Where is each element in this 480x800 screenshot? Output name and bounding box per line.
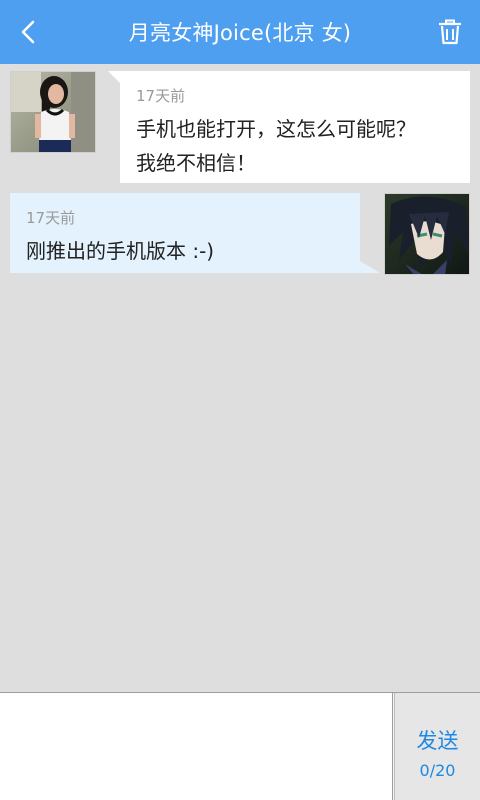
chat-area[interactable]: 17天前 手机也能打开，这怎么可能呢？ 我绝不相信！ 17天前 刚推出的手机版本… [0, 64, 480, 692]
send-button-label: 发送 [416, 728, 459, 753]
delete-chat-button[interactable] [432, 14, 468, 50]
message-composer: 发送 0/20 [0, 692, 480, 800]
send-button[interactable]: 发送 0/20 [394, 693, 480, 800]
char-counter: 0/20 [419, 760, 456, 780]
my-avatar[interactable] [384, 193, 470, 275]
message-text-line: 我绝不相信！ [136, 151, 256, 175]
bubble-tail [108, 71, 120, 83]
message-bubble-incoming[interactable]: 17天前 手机也能打开，这怎么可能呢？ 我绝不相信！ [108, 71, 470, 183]
app-header: 月亮女神Joice(北京 女) [0, 0, 480, 64]
contact-avatar[interactable] [10, 71, 96, 153]
message-input[interactable] [0, 693, 393, 800]
chat-title: 月亮女神Joice(北京 女) [128, 21, 352, 45]
message-bubble-outgoing[interactable]: 17天前 刚推出的手机版本 :-) [10, 193, 380, 273]
message-time: 17天前 [26, 209, 76, 227]
message-time: 17天前 [136, 87, 186, 105]
back-button[interactable] [10, 14, 46, 50]
message-text: 刚推出的手机版本 :-) [26, 239, 215, 263]
message-text-line: 手机也能打开，这怎么可能呢？ [136, 117, 416, 141]
chevron-left-icon [21, 20, 35, 44]
bubble-tail [360, 261, 380, 273]
trash-icon [439, 19, 461, 45]
